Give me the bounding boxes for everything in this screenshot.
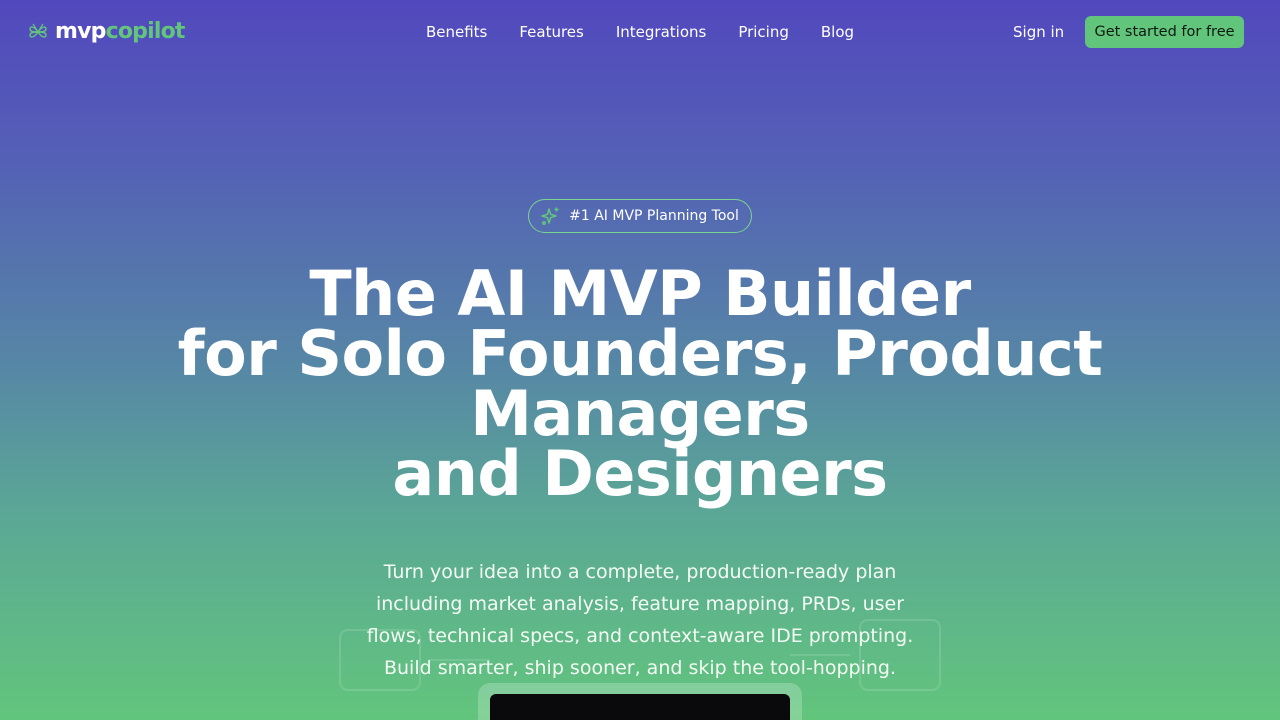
brand-name-part1: mvp	[55, 19, 106, 44]
nav-link-benefits[interactable]: Benefits	[426, 22, 487, 42]
get-started-button[interactable]: Get started for free	[1085, 16, 1244, 48]
nav-link-features[interactable]: Features	[519, 22, 584, 42]
brand-name: mvpcopilot	[55, 18, 185, 46]
sign-in-link[interactable]: Sign in	[1013, 22, 1064, 42]
planning-tool-badge: #1 AI MVP Planning Tool	[528, 199, 752, 233]
headline-line-4: and Designers	[392, 437, 888, 510]
product-preview-frame	[478, 683, 802, 720]
nav-link-blog[interactable]: Blog	[821, 22, 854, 42]
hero-headline: The AI MVP Builder for Solo Founders, Pr…	[140, 257, 1140, 510]
description-line-4: Build smarter, ship sooner, and skip the…	[383, 657, 897, 679]
clover-logo-icon	[29, 23, 47, 38]
nav-link-integrations[interactable]: Integrations	[616, 22, 706, 42]
brand-name-part2: copilot	[105, 19, 186, 44]
brand-logo[interactable]: mvpcopilot	[28, 18, 185, 46]
description-line-2: including market analysis, feature mappi…	[375, 593, 905, 615]
top-navigation: mvpcopilot Benefits Features Integration…	[0, 0, 1280, 64]
sparkles-icon	[541, 207, 559, 225]
hero-description: Turn your idea into a complete, producti…	[330, 556, 950, 684]
nav-link-pricing[interactable]: Pricing	[738, 22, 789, 42]
headline-line-3: Managers	[470, 377, 810, 450]
badge-text: #1 AI MVP Planning Tool	[569, 208, 739, 224]
nav-links: Benefits Features Integrations Pricing B…	[420, 22, 860, 42]
product-preview-screen	[490, 694, 790, 720]
headline-line-1: The AI MVP Builder	[309, 257, 971, 330]
description-line-3: flows, technical specs, and context-awar…	[366, 625, 914, 647]
description-line-1: Turn your idea into a complete, producti…	[383, 561, 897, 583]
headline-line-2: for Solo Founders, Product	[177, 317, 1103, 390]
